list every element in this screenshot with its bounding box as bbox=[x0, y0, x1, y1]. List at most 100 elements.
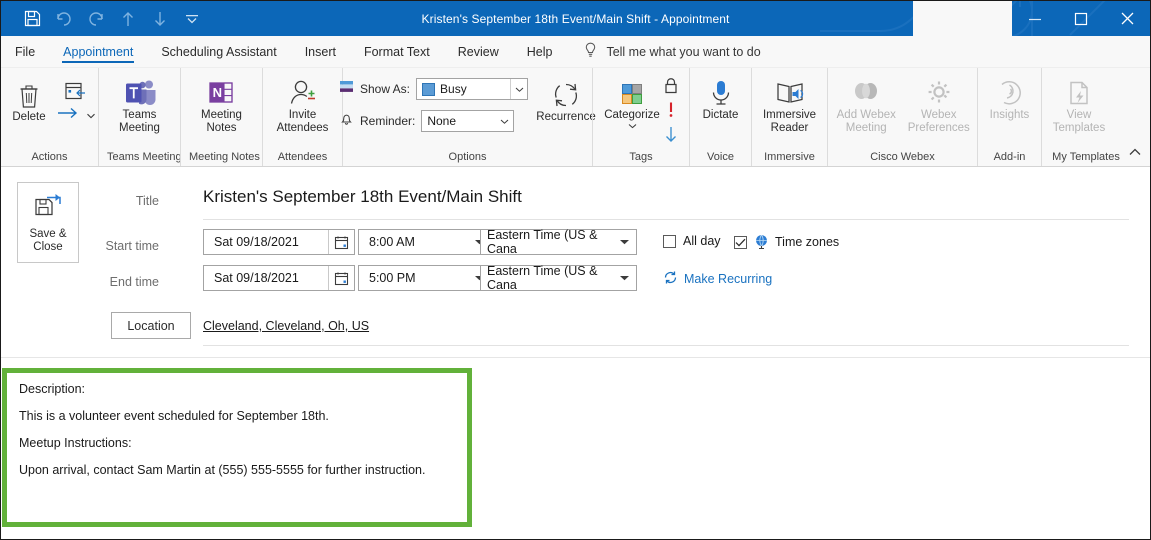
group-label-voice: Voice bbox=[707, 151, 734, 163]
location-button[interactable]: Location bbox=[111, 312, 191, 339]
end-date-calendar-picker-icon[interactable] bbox=[328, 266, 354, 290]
end-date-input[interactable]: Sat 09/18/2021 bbox=[203, 265, 355, 291]
delete-label: Delete bbox=[12, 111, 46, 123]
tab-scheduling-assistant[interactable]: Scheduling Assistant bbox=[147, 36, 290, 67]
ribbon-group-actions: Delete Actions bbox=[1, 68, 98, 166]
minimize-icon[interactable] bbox=[1012, 1, 1058, 36]
reminder-value: None bbox=[427, 114, 457, 128]
delete-button[interactable]: Delete bbox=[3, 74, 55, 124]
group-label-tags: Tags bbox=[629, 151, 653, 163]
svg-text:N: N bbox=[212, 85, 221, 100]
add-webex-meeting-button[interactable]: Add Webex Meeting bbox=[830, 72, 903, 135]
all-day-checkbox[interactable] bbox=[663, 234, 676, 248]
low-importance-icon[interactable] bbox=[664, 126, 678, 149]
immersive-reader-label-line2: Reader bbox=[770, 122, 809, 134]
teams-meeting-label-line2: Meeting bbox=[119, 122, 160, 134]
next-item-icon[interactable] bbox=[145, 5, 175, 33]
end-date-value: Sat 09/18/2021 bbox=[214, 271, 299, 285]
recurrence-label: Recurrence bbox=[536, 111, 596, 123]
forward-arrow-icon[interactable] bbox=[55, 106, 81, 125]
ribbon-group-cisco-webex: Add Webex Meeting Webex Preferences Cisc… bbox=[827, 68, 977, 166]
group-label-actions: Actions bbox=[31, 151, 68, 163]
gear-icon bbox=[923, 76, 955, 108]
window-controls bbox=[913, 1, 1150, 36]
all-day-checkbox-row[interactable]: All day bbox=[663, 234, 721, 248]
start-time-value: 8:00 AM bbox=[369, 235, 415, 249]
redo-icon[interactable] bbox=[81, 5, 111, 33]
location-button-label: Location bbox=[127, 318, 175, 333]
reminder-chevron-down-icon[interactable] bbox=[496, 111, 513, 131]
show-as-chevron-down-icon[interactable] bbox=[510, 79, 527, 99]
tab-insert[interactable]: Insert bbox=[291, 36, 350, 67]
high-importance-icon[interactable] bbox=[667, 102, 675, 124]
start-date-calendar-picker-icon[interactable] bbox=[328, 230, 354, 254]
appointment-body[interactable]: Description: This is a volunteer event s… bbox=[1, 363, 1150, 539]
show-as-label: Show As: bbox=[359, 82, 411, 96]
view-templates-label-line2: Templates bbox=[1052, 122, 1106, 134]
dictate-button[interactable]: Dictate bbox=[692, 72, 749, 122]
group-label-cisco-webex: Cisco Webex bbox=[870, 151, 935, 163]
categorize-label: Categorize bbox=[604, 109, 660, 121]
maximize-icon[interactable] bbox=[1058, 1, 1104, 36]
ribbon-display-options-icon[interactable] bbox=[913, 1, 1012, 36]
private-lock-icon[interactable] bbox=[662, 76, 680, 100]
tab-review-label: Review bbox=[457, 44, 499, 59]
start-time-input[interactable]: 8:00 AM bbox=[358, 229, 493, 255]
description-highlight-box[interactable]: Description: This is a volunteer event s… bbox=[2, 368, 472, 527]
save-and-close-label-line1: Save & bbox=[29, 227, 67, 240]
tab-review[interactable]: Review bbox=[444, 36, 513, 67]
group-label-addin: Add-in bbox=[993, 151, 1026, 163]
location-input[interactable]: Cleveland, Cleveland, Oh, US bbox=[203, 319, 369, 333]
title-underline bbox=[203, 219, 1129, 220]
show-as-select[interactable]: Busy bbox=[416, 78, 529, 100]
meeting-notes-button[interactable]: N Meeting Notes bbox=[191, 72, 253, 135]
undo-icon[interactable] bbox=[49, 5, 79, 33]
customize-quick-access-toolbar-icon[interactable] bbox=[177, 5, 207, 33]
tab-file[interactable]: File bbox=[1, 36, 49, 67]
save-icon[interactable] bbox=[17, 5, 47, 33]
insights-button[interactable]: Insights bbox=[980, 72, 1039, 122]
immersive-reader-button[interactable]: Immersive Reader bbox=[755, 72, 825, 135]
webex-preferences-button[interactable]: Webex Preferences bbox=[903, 72, 976, 135]
start-date-input[interactable]: Sat 09/18/2021 bbox=[203, 229, 355, 255]
reminder-select[interactable]: None bbox=[421, 110, 515, 132]
group-label-meeting-notes: Meeting Notes bbox=[189, 151, 260, 163]
start-timezone-value: Eastern Time (US & Cana bbox=[487, 228, 598, 256]
ribbon: Delete Actions Teams Meeting Teams Meeti… bbox=[1, 68, 1150, 167]
appointment-calendar-icon[interactable] bbox=[63, 76, 88, 106]
tab-appointment[interactable]: Appointment bbox=[49, 36, 147, 67]
time-zones-globe-icon bbox=[754, 234, 769, 250]
collapse-ribbon-chevron-up-icon[interactable] bbox=[1128, 146, 1142, 164]
make-recurring-label: Make Recurring bbox=[684, 272, 773, 286]
end-timezone-select[interactable]: Eastern Time (US & Cana bbox=[480, 264, 637, 292]
ribbon-group-teams-meeting: Teams Meeting Teams Meeting bbox=[98, 68, 182, 166]
categorize-button[interactable]: Categorize bbox=[602, 72, 662, 130]
reminder-row: Reminder: None bbox=[339, 108, 528, 134]
teams-icon bbox=[123, 76, 157, 108]
time-zones-checkbox[interactable] bbox=[734, 235, 747, 249]
recurrence-button[interactable]: Recurrence bbox=[536, 74, 596, 124]
start-timezone-select[interactable]: Eastern Time (US & Cana bbox=[480, 228, 637, 256]
appointment-form: Save & Close Title Kristen's September 1… bbox=[1, 167, 1150, 363]
description-line-2: This is a volunteer event scheduled for … bbox=[19, 409, 329, 423]
invite-attendees-button[interactable]: Invite Attendees bbox=[272, 72, 334, 135]
close-icon[interactable] bbox=[1104, 1, 1150, 36]
title-input[interactable]: Kristen's September 18th Event/Main Shif… bbox=[203, 187, 522, 207]
teams-meeting-label-line1: Teams bbox=[122, 109, 157, 121]
categorize-chevron-down-icon[interactable] bbox=[628, 123, 637, 130]
description-line-3: Meetup Instructions: bbox=[19, 436, 132, 450]
view-templates-button[interactable]: View Templates bbox=[1045, 72, 1113, 135]
start-timezone-chevron-down-icon[interactable] bbox=[613, 230, 636, 254]
microphone-icon bbox=[708, 76, 734, 108]
time-zones-checkbox-row[interactable]: Time zones bbox=[734, 234, 839, 250]
tell-me-search[interactable]: Tell me what you want to do bbox=[566, 36, 761, 67]
ribbon-group-tags: Categorize Tags bbox=[592, 68, 689, 166]
tab-help[interactable]: Help bbox=[513, 36, 567, 67]
actions-more-chevron-down-icon[interactable] bbox=[86, 107, 96, 125]
teams-meeting-button[interactable]: Teams Meeting bbox=[109, 72, 171, 135]
make-recurring-link[interactable]: Make Recurring bbox=[663, 270, 772, 288]
end-timezone-chevron-down-icon[interactable] bbox=[613, 266, 636, 290]
previous-item-icon[interactable] bbox=[113, 5, 143, 33]
end-time-input[interactable]: 5:00 PM bbox=[358, 265, 493, 291]
tab-format-text[interactable]: Format Text bbox=[350, 36, 444, 67]
